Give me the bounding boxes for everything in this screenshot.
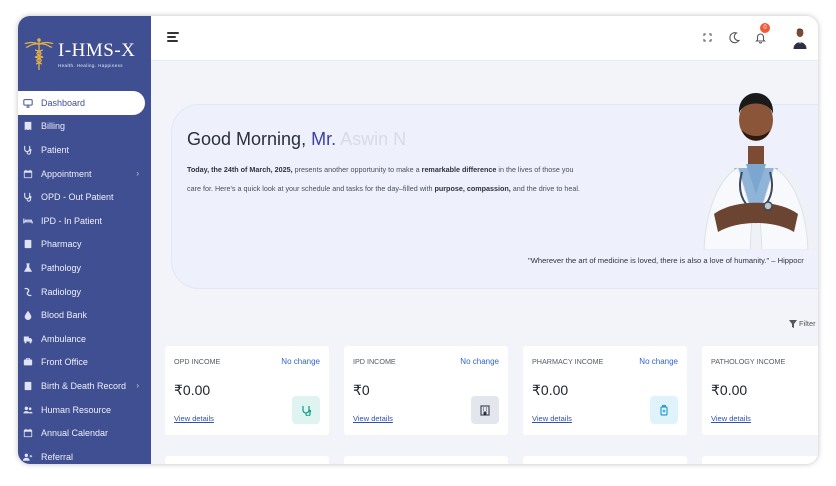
stat-card-pharmacy-income: PHARMACY INCOME No change ₹0.00 View detail… xyxy=(523,346,687,435)
topbar xyxy=(151,16,818,61)
sidebar-item-birth-death-record[interactable]: Birth & Death Record › xyxy=(18,374,151,398)
stat-card-pathology-income: PATHOLOGY INCOMENo change₹0.00View detai… xyxy=(702,346,818,435)
stat-card-change: No change xyxy=(281,357,320,366)
record-icon xyxy=(22,380,34,392)
sidebar-item-label: Human Resource xyxy=(41,404,112,415)
filter-button[interactable]: Filter xyxy=(789,319,816,328)
logo-title: I-HMS-X xyxy=(58,39,136,61)
sidebar-item-label: Dashboard xyxy=(41,97,86,108)
front-office-icon xyxy=(22,356,34,368)
pharmacy-icon xyxy=(22,238,34,250)
bed-icon xyxy=(22,215,34,227)
notification-badge: 0 xyxy=(760,23,770,33)
medicine-bottle-icon xyxy=(650,396,678,424)
sidebar-item-label: Patient xyxy=(41,144,70,155)
sidebar-item-label: Ambulance xyxy=(41,333,87,344)
sidebar-item-label: Referral xyxy=(41,451,74,462)
sidebar-item-billing[interactable]: Billing xyxy=(18,115,151,139)
stat-card-partial xyxy=(702,456,818,464)
stat-card-value: ₹0.00 xyxy=(174,382,211,398)
chevron-right-icon: › xyxy=(136,381,139,391)
sidebar-item-front-office[interactable]: Front Office xyxy=(18,351,151,375)
monitor-icon xyxy=(22,97,34,109)
sidebar-item-label: OPD - Out Patient xyxy=(41,192,114,203)
stat-card-ipd-income: IPD INCOME No change ₹0 View details xyxy=(344,346,508,435)
sidebar-item-pathology[interactable]: Pathology xyxy=(18,256,151,280)
flask-icon xyxy=(22,262,34,274)
stat-card-title: OPD INCOME xyxy=(174,357,221,366)
filter-funnel-icon xyxy=(789,319,797,328)
fullscreen-icon[interactable] xyxy=(701,31,714,44)
blood-drop-icon xyxy=(22,309,34,321)
sidebar-item-label: Radiology xyxy=(41,286,82,297)
logo-tagline: Health. Healing. Happiness xyxy=(58,62,123,68)
sidebar-nav: Dashboard Billing Patient Appointment › OPD -… xyxy=(18,91,151,464)
app-window: I-HMS-X Health. Healing. Happiness Dashb… xyxy=(18,16,818,464)
calendar-icon xyxy=(22,168,34,180)
sidebar-item-blood-bank[interactable]: Blood Bank xyxy=(18,303,151,327)
sidebar-item-appointment[interactable]: Appointment › xyxy=(18,162,151,186)
hippocrates-quote: "Wherever the art of medicine is loved, … xyxy=(528,256,804,265)
sidebar-item-label: Pathology xyxy=(41,262,82,273)
sidebar-item-label: Pharmacy xyxy=(41,239,82,250)
caduceus-logo-icon xyxy=(24,37,54,70)
view-details-link[interactable]: View details xyxy=(711,414,751,423)
sidebar-item-human-resource[interactable]: Human Resource xyxy=(18,398,151,422)
stat-card-value: ₹0.00 xyxy=(532,382,569,398)
billing-icon xyxy=(22,120,34,132)
sidebar-item-opd-out-patient[interactable]: OPD - Out Patient xyxy=(18,185,151,209)
logo[interactable]: I-HMS-X Health. Healing. Happiness xyxy=(18,16,151,91)
hospital-icon xyxy=(471,396,499,424)
referral-icon xyxy=(22,451,34,463)
chevron-right-icon: › xyxy=(136,169,139,179)
sidebar-item-radiology[interactable]: Radiology xyxy=(18,280,151,304)
sidebar-item-annual-calendar[interactable]: Annual Calendar xyxy=(18,421,151,445)
sidebar-item-label: Birth & Death Record xyxy=(41,380,127,391)
stat-card-value: ₹0 xyxy=(353,382,370,398)
sidebar-item-label: Blood Bank xyxy=(41,310,88,321)
stat-card-value: ₹0.00 xyxy=(711,382,748,398)
stat-card-change: No change xyxy=(639,357,678,366)
user-avatar[interactable] xyxy=(792,27,808,49)
sidebar-item-label: Annual Calendar xyxy=(41,428,109,439)
sidebar: I-HMS-X Health. Healing. Happiness Dashb… xyxy=(18,16,151,464)
stethoscope-icon xyxy=(292,396,320,424)
stat-card-opd-income: OPD INCOME No change ₹0.00 View details xyxy=(165,346,329,435)
stethoscope-icon xyxy=(22,191,34,203)
welcome-message: Today, the 24th of March, 2025, presents… xyxy=(187,165,580,193)
stat-card-partial xyxy=(165,456,329,464)
sidebar-item-referral[interactable]: Referral xyxy=(18,445,151,464)
sidebar-item-dashboard[interactable]: Dashboard xyxy=(18,91,145,115)
stat-card-partial xyxy=(523,456,687,464)
sidebar-item-label: Front Office xyxy=(41,357,88,368)
stat-card-title: PHARMACY INCOME xyxy=(532,357,604,366)
sidebar-item-ambulance[interactable]: Ambulance xyxy=(18,327,151,351)
people-icon xyxy=(22,404,34,416)
view-details-link[interactable]: View details xyxy=(532,414,572,423)
sidebar-item-ipd-in-patient[interactable]: IPD - In Patient xyxy=(18,209,151,233)
sidebar-item-label: Billing xyxy=(41,121,66,132)
ambulance-icon xyxy=(22,333,34,345)
stethoscope-icon xyxy=(22,144,34,156)
menu-toggle-icon[interactable] xyxy=(167,32,179,44)
sidebar-item-label: IPD - In Patient xyxy=(41,215,103,226)
filter-label: Filter xyxy=(799,319,816,328)
greeting-heading: Good Morning, Mr. Aswin N xyxy=(187,129,407,149)
stat-card-title: PATHOLOGY INCOME xyxy=(711,357,786,366)
sidebar-item-patient[interactable]: Patient xyxy=(18,138,151,162)
stat-card-partial xyxy=(344,456,508,464)
calendar-icon xyxy=(22,427,34,439)
stat-card-change: No change xyxy=(460,357,499,366)
view-details-link[interactable]: View details xyxy=(353,414,393,423)
doctor-illustration xyxy=(703,93,818,250)
dark-mode-moon-icon[interactable] xyxy=(728,31,741,44)
radiology-icon xyxy=(22,286,34,298)
stat-card-title: IPD INCOME xyxy=(353,357,396,366)
view-details-link[interactable]: View details xyxy=(174,414,214,423)
sidebar-item-label: Appointment xyxy=(41,168,92,179)
sidebar-item-pharmacy[interactable]: Pharmacy xyxy=(18,233,151,257)
